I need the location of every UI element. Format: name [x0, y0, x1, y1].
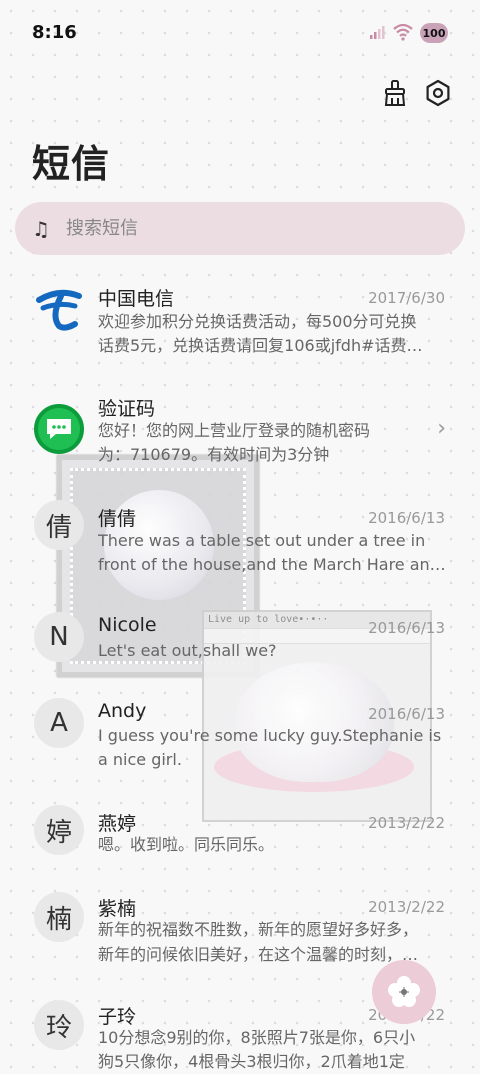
avatar: 倩	[34, 500, 84, 550]
message-date: 2017/6/30	[368, 289, 445, 307]
status-bar: 8:16 100	[0, 0, 480, 68]
contact-name: Andy	[98, 700, 147, 722]
conversation-item[interactable]: 中国电信 2017/6/30 欢迎参加积分兑换话费活动，每500分可兑换 话费5…	[0, 280, 480, 380]
message-preview-line: 为：710679。有效时间为3分钟	[98, 445, 330, 464]
signal-icon	[370, 26, 385, 39]
message-date: 2013/2/22	[368, 814, 445, 832]
status-time: 8:16	[32, 22, 77, 43]
message-preview-line: Let's eat out,shall we?	[98, 641, 277, 660]
avatar	[34, 404, 84, 454]
contact-name: Nicole	[98, 614, 157, 636]
brush-icon	[384, 80, 406, 106]
contact-name: 燕婷	[98, 813, 137, 835]
search-bar[interactable]: ♫	[15, 202, 465, 255]
avatar: 楠	[34, 892, 84, 942]
message-preview-line: front of the house,and the March Hare an…	[98, 555, 446, 574]
message-preview-line: 狗5只像你，4根骨头3根归你，2爪着地1定	[98, 1052, 405, 1071]
message-preview-line: 10分想念9别的你，8张照片7张是你，6只小	[98, 1028, 416, 1047]
message-date: 2013/2/22	[368, 898, 445, 916]
message-preview-line: 话费5元，兑换话费请回复106或jfdh#话费…	[98, 336, 423, 355]
chat-bubble-icon	[47, 419, 71, 439]
message-date: 2016/6/13	[368, 705, 445, 723]
music-note-icon: ♫	[32, 216, 50, 241]
avatar: 婷	[34, 805, 84, 855]
wifi-icon	[393, 23, 413, 41]
contact-name: 紫楠	[98, 898, 137, 920]
clean-brush-button[interactable]	[380, 78, 410, 108]
conversation-item[interactable]: 倩 倩倩 2016/6/13 There was a table set out…	[0, 500, 480, 600]
flower-icon	[388, 976, 420, 1007]
avatar: 玲	[34, 1000, 84, 1050]
message-preview-line: a nice girl.	[98, 750, 182, 769]
conversation-item[interactable]: A Andy 2016/6/13 I guess you're some luc…	[0, 696, 480, 796]
battery-indicator: 100	[420, 23, 448, 43]
chevron-right-icon: ›	[437, 416, 446, 441]
avatar	[34, 284, 84, 334]
contact-name: 中国电信	[98, 288, 175, 310]
contact-name: 验证码	[98, 398, 156, 420]
avatar: A	[34, 698, 84, 748]
message-preview-line: There was a table set out under a tree i…	[98, 531, 426, 550]
avatar: N	[34, 612, 84, 662]
message-preview-line: 欢迎参加积分兑换话费活动，每500分可兑换	[98, 312, 417, 331]
contact-name: 倩倩	[98, 508, 137, 530]
message-preview-line: 您好！您的网上营业厅登录的随机密码	[98, 421, 371, 440]
message-date: 2016/6/13	[368, 619, 445, 637]
search-input[interactable]	[64, 217, 428, 240]
page-title: 短信	[32, 142, 111, 186]
message-preview-line: 新年的祝福数不胜数，新年的愿望好多好多，	[98, 920, 419, 939]
compose-button[interactable]	[372, 960, 436, 1024]
contact-name: 子玲	[98, 1006, 137, 1028]
conversation-item[interactable]: 验证码 › 您好！您的网上营业厅登录的随机密码 为：710679。有效时间为3分…	[0, 390, 480, 490]
message-preview-line: I guess you're some lucky guy.Stephanie …	[98, 726, 442, 745]
gear-icon	[426, 79, 450, 107]
message-date: 2016/6/13	[368, 509, 445, 527]
china-telecom-logo-icon	[36, 289, 82, 331]
settings-button[interactable]	[423, 78, 453, 108]
message-preview-line: 嗯。收到啦。同乐同乐。	[98, 835, 275, 854]
conversation-item[interactable]: 婷 燕婷 2013/2/22 嗯。收到啦。同乐同乐。	[0, 805, 480, 880]
conversation-item[interactable]: N Nicole 2016/6/13 Let's eat out,shall w…	[0, 610, 480, 680]
